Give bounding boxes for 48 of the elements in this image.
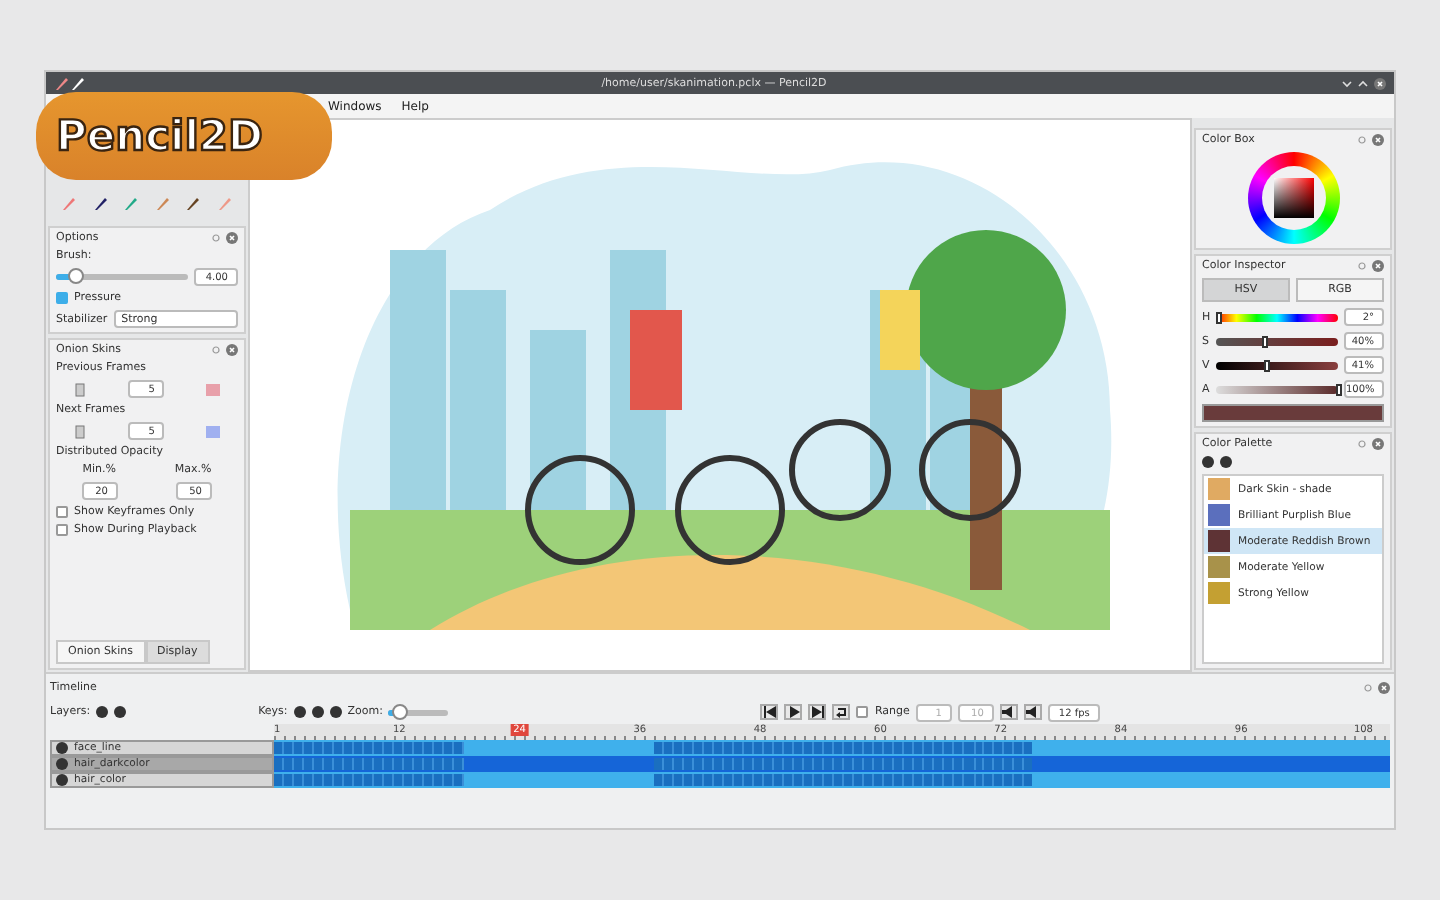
close-icon[interactable]	[226, 232, 238, 244]
slider-thumb[interactable]	[67, 268, 84, 284]
sound-button[interactable]	[1023, 704, 1042, 720]
brush-slider[interactable]	[56, 274, 188, 280]
close-icon[interactable]	[1372, 438, 1384, 450]
channel-slider[interactable]	[1215, 361, 1338, 369]
checkbox[interactable]	[56, 524, 68, 536]
close-icon[interactable]	[1374, 77, 1386, 89]
float-icon[interactable]	[1364, 684, 1372, 692]
channel-slider[interactable]	[1215, 337, 1338, 345]
float-icon[interactable]	[1358, 440, 1366, 448]
float-icon[interactable]	[212, 346, 220, 354]
slider-thumb[interactable]	[392, 703, 409, 719]
close-icon[interactable]	[1372, 260, 1384, 272]
remove-icon[interactable]	[114, 706, 127, 718]
zoom-slider[interactable]	[388, 709, 449, 715]
sound-button[interactable]	[999, 704, 1018, 720]
add-icon[interactable]	[293, 706, 306, 718]
slider-thumb[interactable]	[1263, 359, 1270, 371]
remove-icon[interactable]	[1220, 456, 1232, 468]
float-icon[interactable]	[212, 234, 220, 242]
checkbox[interactable]	[856, 706, 869, 718]
next-button[interactable]	[808, 704, 827, 720]
play-button[interactable]	[784, 704, 803, 720]
minimize-icon[interactable]	[1342, 79, 1352, 87]
color-swatch[interactable]	[206, 383, 221, 395]
remove-icon[interactable]	[311, 706, 324, 718]
float-icon[interactable]	[1358, 262, 1366, 270]
float-icon[interactable]	[1358, 136, 1366, 144]
slider-thumb[interactable]	[1216, 311, 1223, 323]
previous-button[interactable]	[760, 704, 779, 720]
color-swatch[interactable]	[206, 425, 221, 437]
color-wheel[interactable]	[1247, 152, 1339, 244]
close-icon[interactable]	[1378, 682, 1390, 694]
slider-thumb[interactable]	[1336, 383, 1342, 395]
slider-thumb[interactable]	[1262, 335, 1269, 347]
add-icon[interactable]	[1202, 456, 1214, 468]
frames-icon	[73, 423, 88, 439]
checkbox[interactable]	[56, 292, 68, 304]
channel-slider[interactable]	[1216, 313, 1338, 321]
loop-button[interactable]	[832, 704, 851, 720]
frames-icon	[73, 381, 88, 397]
channel-slider[interactable]	[1215, 385, 1338, 393]
close-icon[interactable]	[1372, 134, 1384, 146]
add-icon[interactable]	[96, 706, 109, 718]
checkbox[interactable]	[56, 506, 68, 518]
close-icon[interactable]	[226, 344, 238, 356]
maximize-icon[interactable]	[1358, 79, 1368, 87]
